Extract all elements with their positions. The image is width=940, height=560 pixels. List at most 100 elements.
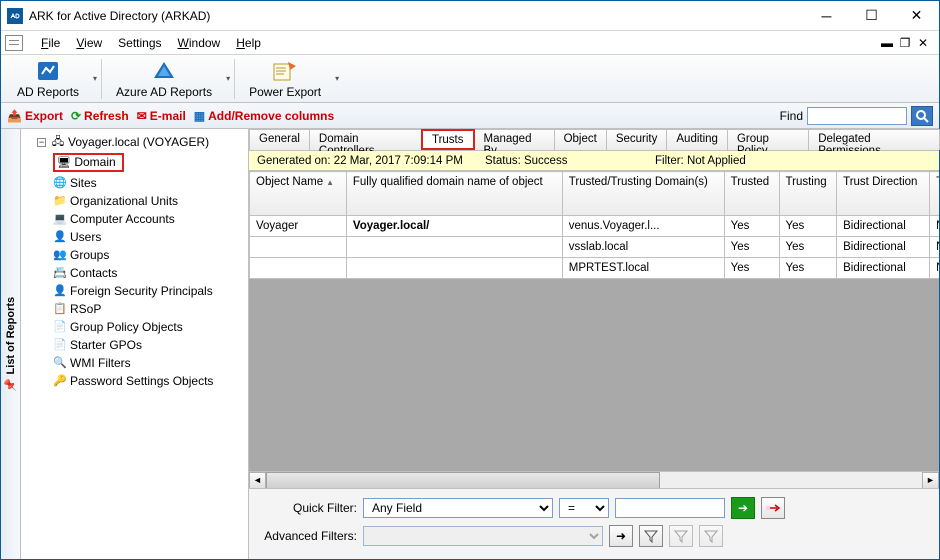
nav-tree: − 🖧 Voyager.local (VOYAGER) 🖥 Domain🌐Sit… bbox=[23, 133, 246, 390]
filter-funnel-3-button[interactable] bbox=[699, 525, 723, 547]
scroll-right-button[interactable]: ► bbox=[922, 472, 939, 489]
main-area: 📌 List of Reports − 🖧 Voyager.local (VOY… bbox=[1, 129, 939, 559]
tree-item-wmi-filters[interactable]: 🔍WMI Filters bbox=[53, 354, 246, 372]
dropdown-arrow-icon[interactable]: ▾ bbox=[226, 74, 230, 83]
mdi-restore-button[interactable]: ❐ bbox=[897, 36, 913, 50]
advanced-go-button[interactable]: ➜ bbox=[609, 525, 633, 547]
tab-object[interactable]: Object bbox=[554, 129, 607, 150]
collapse-icon[interactable]: − bbox=[37, 138, 46, 147]
tree-panel: − 🖧 Voyager.local (VOYAGER) 🖥 Domain🌐Sit… bbox=[21, 129, 249, 559]
refresh-button[interactable]: ⟳ Refresh bbox=[71, 109, 129, 123]
tree-item-groups[interactable]: 👥Groups bbox=[53, 246, 246, 264]
app-icon bbox=[7, 8, 23, 24]
tree-item-label: Foreign Security Principals bbox=[70, 284, 213, 298]
dropdown-arrow-icon[interactable]: ▾ bbox=[93, 74, 97, 83]
cell bbox=[250, 258, 347, 279]
table-row[interactable]: VoyagerVoyager.local/venus.Voyager.l...Y… bbox=[250, 216, 940, 237]
tree-root[interactable]: − 🖧 Voyager.local (VOYAGER) bbox=[37, 133, 246, 151]
column-header[interactable]: Fully qualified domain name of object bbox=[346, 172, 562, 216]
add-remove-columns-button[interactable]: ▦ Add/Remove columns bbox=[194, 109, 334, 123]
find-label: Find bbox=[780, 109, 803, 123]
tree-item-domain[interactable]: 🖥 Domain bbox=[53, 151, 246, 174]
maximize-button[interactable]: ☐ bbox=[849, 1, 894, 30]
find-input[interactable] bbox=[807, 107, 907, 125]
tree-item-organizational-units[interactable]: 📁Organizational Units bbox=[53, 192, 246, 210]
column-header[interactable]: Trusted/Trusting Domain(s) bbox=[562, 172, 724, 216]
column-header[interactable]: Trusting bbox=[779, 172, 837, 216]
add-remove-label: Add/Remove columns bbox=[208, 109, 334, 123]
tree-item-password-settings-objects[interactable]: 🔑Password Settings Objects bbox=[53, 372, 246, 390]
tab-group-policy[interactable]: Group Policy bbox=[727, 129, 809, 150]
mdi-minimize-button[interactable]: ▬ bbox=[879, 36, 895, 50]
menu-help[interactable]: Help bbox=[228, 33, 269, 53]
table-row[interactable]: vsslab.localYesYesBidirectionalNT 5 (Upl… bbox=[250, 237, 940, 258]
close-button[interactable]: ✕ bbox=[894, 1, 939, 30]
ad-reports-icon bbox=[34, 59, 62, 83]
dropdown-arrow-icon[interactable]: ▾ bbox=[335, 74, 339, 83]
clear-filter-button[interactable] bbox=[761, 497, 785, 519]
menu-icon[interactable] bbox=[5, 35, 23, 51]
app-window: ARK for Active Directory (ARKAD) ─ ☐ ✕ F… bbox=[0, 0, 940, 560]
horizontal-scrollbar[interactable]: ◄ ► bbox=[249, 471, 939, 488]
power-export-button[interactable]: Power Export bbox=[239, 57, 331, 101]
apply-filter-button[interactable]: ➔ bbox=[731, 497, 755, 519]
quick-filter-value-input[interactable] bbox=[615, 498, 725, 518]
advanced-filter-select[interactable] bbox=[363, 526, 603, 546]
export-button[interactable]: 📤 Export bbox=[7, 109, 63, 123]
tree-item-label: Domain bbox=[74, 155, 115, 169]
tree-item-contacts[interactable]: 📇Contacts bbox=[53, 264, 246, 282]
tree-item-icon: 🌐 bbox=[53, 176, 67, 190]
scroll-track[interactable] bbox=[266, 472, 922, 489]
table-row[interactable]: MPRTEST.localYesYesBidirectionalNT 5 (Up… bbox=[250, 258, 940, 279]
tree-item-sites[interactable]: 🌐Sites bbox=[53, 174, 246, 192]
refresh-icon: ⟳ bbox=[71, 109, 81, 123]
reports-side-tab[interactable]: 📌 List of Reports bbox=[1, 129, 21, 559]
tree-item-computer-accounts[interactable]: 💻Computer Accounts bbox=[53, 210, 246, 228]
column-header[interactable]: Object Name▲ bbox=[250, 172, 347, 216]
tab-delegated-permissions[interactable]: Delegated Permissions bbox=[808, 129, 940, 150]
power-export-icon bbox=[271, 59, 299, 83]
menu-settings[interactable]: Settings bbox=[110, 33, 169, 53]
tree-item-starter-gpos[interactable]: 📄Starter GPOs bbox=[53, 336, 246, 354]
tab-domain-controllers[interactable]: Domain Controllers bbox=[309, 129, 422, 150]
scroll-thumb[interactable] bbox=[266, 472, 660, 489]
email-button[interactable]: ✉ E-mail bbox=[137, 109, 186, 123]
column-header[interactable]: Trust Type bbox=[930, 172, 939, 216]
status-label: Status: Success bbox=[477, 155, 647, 167]
tree-item-label: Sites bbox=[70, 176, 97, 190]
tree-item-icon: 👤 bbox=[53, 230, 67, 244]
window-title: ARK for Active Directory (ARKAD) bbox=[29, 9, 804, 23]
tab-general[interactable]: General bbox=[249, 129, 310, 150]
ad-reports-button[interactable]: AD Reports bbox=[7, 57, 89, 101]
cell: NT 5 (Uplev bbox=[930, 216, 939, 237]
tab-security[interactable]: Security bbox=[606, 129, 668, 150]
menu-window[interactable]: Window bbox=[170, 33, 229, 53]
filter-funnel-button[interactable] bbox=[639, 525, 663, 547]
column-header[interactable]: Trust Direction bbox=[837, 172, 930, 216]
filter-status-label: Filter: Not Applied bbox=[647, 155, 939, 167]
tree-item-label: Groups bbox=[70, 248, 109, 262]
menu-file[interactable]: File bbox=[33, 33, 68, 53]
quick-filter-op-select[interactable]: = bbox=[559, 498, 609, 518]
tab-managed-by[interactable]: Managed By bbox=[474, 129, 555, 150]
tree-item-label: Password Settings Objects bbox=[70, 374, 213, 388]
menu-bar: File View Settings Window Help ▬ ❐ ✕ bbox=[1, 31, 939, 55]
tree-item-users[interactable]: 👤Users bbox=[53, 228, 246, 246]
tab-trusts[interactable]: Trusts bbox=[421, 129, 475, 150]
tree-item-rsop[interactable]: 📋RSoP bbox=[53, 300, 246, 318]
find-button[interactable] bbox=[911, 106, 933, 126]
tree-item-icon: 📄 bbox=[53, 338, 67, 352]
columns-icon: ▦ bbox=[194, 109, 205, 123]
scroll-left-button[interactable]: ◄ bbox=[249, 472, 266, 489]
column-header[interactable]: Trusted bbox=[724, 172, 779, 216]
menu-view[interactable]: View bbox=[68, 33, 110, 53]
filter-funnel-2-button[interactable] bbox=[669, 525, 693, 547]
quick-filter-field-select[interactable]: Any Field bbox=[363, 498, 553, 518]
tree-item-group-policy-objects[interactable]: 📄Group Policy Objects bbox=[53, 318, 246, 336]
tab-auditing[interactable]: Auditing bbox=[666, 129, 728, 150]
mdi-close-button[interactable]: ✕ bbox=[915, 36, 931, 50]
azure-ad-reports-button[interactable]: Azure AD Reports bbox=[106, 57, 222, 101]
minimize-button[interactable]: ─ bbox=[804, 1, 849, 30]
tree-item-foreign-security-principals[interactable]: 👤Foreign Security Principals bbox=[53, 282, 246, 300]
tree-item-label: Organizational Units bbox=[70, 194, 178, 208]
